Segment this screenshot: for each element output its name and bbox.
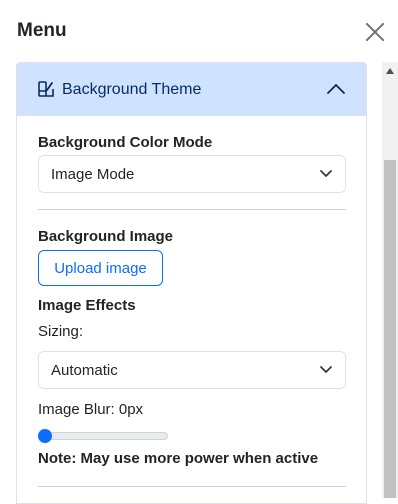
palette-brush-icon xyxy=(38,81,54,97)
sizing-select[interactable]: Automatic xyxy=(38,351,346,389)
background-theme-panel: Background Theme Background Color Mode I… xyxy=(16,62,367,504)
background-color-mode-select[interactable]: Image Mode xyxy=(38,155,346,193)
sizing-label: Sizing: xyxy=(38,323,84,340)
background-color-mode-label: Background Color Mode xyxy=(38,134,213,151)
image-effects-label: Image Effects xyxy=(38,297,136,314)
close-button[interactable] xyxy=(362,19,388,45)
chevron-up-icon xyxy=(327,84,345,94)
image-blur-slider-thumb[interactable] xyxy=(38,429,52,443)
close-icon xyxy=(366,23,384,41)
image-blur-label: Image Blur: 0px xyxy=(38,401,144,418)
menu-header: Menu xyxy=(0,0,398,62)
scrollbar[interactable] xyxy=(382,62,398,498)
image-blur-slider[interactable] xyxy=(38,432,168,440)
upload-image-button[interactable]: Upload image xyxy=(38,250,163,286)
background-image-label: Background Image xyxy=(38,228,174,245)
section-divider xyxy=(38,486,346,487)
background-theme-accordion-header[interactable]: Background Theme xyxy=(17,63,366,116)
accordion-title: Background Theme xyxy=(62,81,202,98)
sizing-value: Automatic xyxy=(51,362,118,379)
chevron-down-icon xyxy=(320,366,332,373)
section-divider xyxy=(38,209,346,210)
scrollbar-thumb[interactable] xyxy=(384,160,396,498)
power-note: Note: May use more power when active xyxy=(38,450,319,467)
background-color-mode-value: Image Mode xyxy=(51,166,135,183)
menu-title: Menu xyxy=(17,20,67,41)
upload-image-label: Upload image xyxy=(54,260,147,277)
scroll-up-arrow-icon[interactable] xyxy=(386,68,394,74)
chevron-down-icon xyxy=(320,170,332,177)
